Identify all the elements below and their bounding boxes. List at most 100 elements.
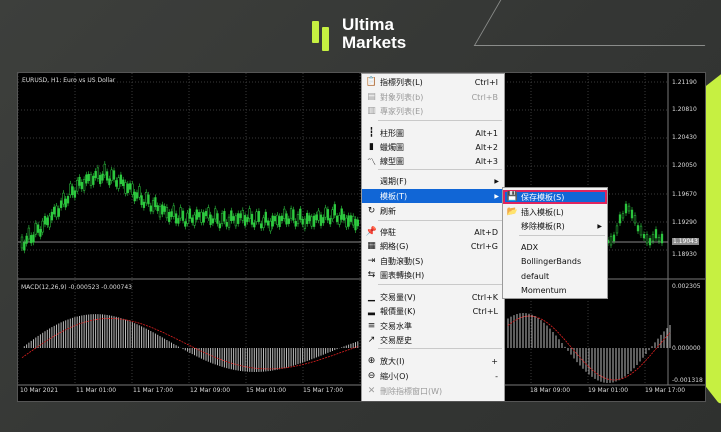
- x-tick-label: 12 Mar 09:00: [190, 387, 231, 394]
- menu-item-label: 停駐: [380, 227, 396, 237]
- candle-body: [283, 208, 286, 219]
- pin-icon: 📌: [365, 227, 378, 237]
- menu-item[interactable]: 〽線型圖 Alt+3: [362, 154, 504, 168]
- candle-body: [260, 223, 263, 229]
- menu-item-label: 刷新: [380, 206, 396, 216]
- candle-body: [191, 217, 194, 223]
- menu-item[interactable]: ⊖ 縮小(O) -: [362, 369, 504, 383]
- submenu-item-label: default: [521, 271, 550, 281]
- submenu-item-label: 插入模板(L): [521, 207, 564, 217]
- candle-body: [257, 211, 261, 222]
- candle-body: [117, 177, 120, 189]
- menu-item[interactable]: ≡ 交易水準: [362, 319, 504, 333]
- candle-body: [179, 207, 182, 219]
- menu-item[interactable]: ▂ 報價量(K) Ctrl+L: [362, 304, 504, 318]
- submenu-item[interactable]: BollingerBands: [503, 254, 607, 268]
- submenu-item[interactable]: 移除模板(R) ▶: [503, 219, 607, 233]
- logo-text: Ultima Markets: [342, 16, 406, 52]
- candle-body: [648, 238, 652, 246]
- chart-context-menu[interactable]: 📋 指標列表(L) Ctrl+I ▤ 對象列表(b) Ctrl+B ▥ 專家列表(E) ┇ 柱形圖…: [361, 73, 505, 401]
- menu-item[interactable]: ▮ 蠟燭圖 Alt+2: [362, 140, 504, 154]
- menu-item[interactable]: 週期(F) ▶: [362, 174, 504, 188]
- menu-item[interactable]: 模板(T) ▶: [362, 189, 504, 203]
- candle-body: [356, 219, 359, 227]
- candle-body: [85, 174, 88, 184]
- menu-item[interactable]: ┇ 柱形圖 Alt+1: [362, 126, 504, 140]
- menu-item[interactable]: ⇥ 自動滾動(S): [362, 254, 504, 268]
- menu-item[interactable]: ▦ 網格(G) Ctrl+G: [362, 239, 504, 253]
- menu-item[interactable]: 📌 停駐 Alt+D: [362, 225, 504, 239]
- x-tick-label: 19 Mar 01:00: [588, 387, 629, 394]
- y-tick-label: 1.21190: [672, 79, 697, 86]
- candle-body: [174, 213, 178, 224]
- menu-item[interactable]: ↗ 交易歷史: [362, 333, 504, 347]
- menu-item[interactable]: 📋 指標列表(L) Ctrl+I: [362, 75, 504, 89]
- candle-body: [30, 235, 33, 244]
- candle-body: [43, 216, 47, 225]
- submenu-item-label: 移除模板(R): [521, 221, 565, 231]
- menu-item-label: 對象列表(b): [380, 92, 424, 102]
- menu-separator: [519, 235, 605, 236]
- candle-body: [170, 211, 173, 217]
- candle-body: [218, 223, 221, 229]
- menu-item-label: 週期(F): [380, 176, 407, 186]
- candle-body: [105, 171, 109, 181]
- candle-body: [347, 215, 350, 227]
- candle-body: [227, 216, 231, 228]
- menu-item[interactable]: ⊕ 放大(I) +: [362, 354, 504, 368]
- candle-body: [80, 182, 83, 190]
- macd-tick-label: 0.002305: [672, 283, 701, 290]
- bar-chart-icon: ┇: [368, 128, 375, 138]
- candle-body: [209, 214, 212, 225]
- expert-list-icon: ▥: [367, 106, 376, 116]
- candle-body: [266, 220, 270, 226]
- menu-item-shortcut: Alt+1: [475, 128, 498, 138]
- macd-tick-label: -0.001318: [672, 377, 703, 384]
- y-tick-label: 1.20430: [672, 134, 697, 141]
- menu-item[interactable]: ⇆ 圖表轉換(H): [362, 268, 504, 282]
- candle-body: [66, 196, 70, 204]
- submenu-item[interactable]: 💾 保存模板(S): [503, 190, 607, 204]
- candle-body: [319, 214, 323, 226]
- candle-body: [172, 205, 175, 217]
- submenu-item[interactable]: Momentum: [503, 283, 607, 297]
- candle-body: [135, 192, 139, 199]
- submenu-item[interactable]: default: [503, 269, 607, 283]
- submenu-item[interactable]: ADX: [503, 240, 607, 254]
- candle-body: [59, 200, 63, 208]
- submenu-item-label: 保存模板(S): [521, 192, 565, 202]
- candle-body: [329, 218, 332, 225]
- candle-body: [197, 212, 201, 218]
- grid-icon: ▦: [367, 241, 376, 251]
- submenu-arrow-icon: ▶: [494, 192, 499, 200]
- candle-body: [264, 211, 267, 223]
- candle-body: [145, 192, 148, 204]
- candle-body: [234, 215, 238, 227]
- candle-body: [609, 235, 613, 246]
- candle-body: [200, 211, 203, 223]
- candle-body: [154, 197, 157, 208]
- template-submenu[interactable]: 💾 保存模板(S) 📂 插入模板(L) 移除模板(R) ▶ ADX BollingerBand…: [502, 187, 608, 299]
- refresh-icon: ↻: [367, 206, 376, 216]
- candle-body: [186, 212, 189, 224]
- x-tick-label: 15 Mar 17:00: [303, 387, 344, 394]
- menu-item-label: 網格(G): [380, 241, 409, 251]
- candle-body: [618, 214, 622, 224]
- candle-body: [639, 225, 643, 236]
- candle-body: [138, 186, 141, 198]
- menu-item-label: 放大(I): [380, 356, 405, 366]
- candle-body: [142, 201, 146, 208]
- menu-item[interactable]: ↻ 刷新: [362, 204, 504, 218]
- menu-item-shortcut: Alt+2: [475, 142, 498, 152]
- candle-body: [255, 211, 258, 222]
- menu-item[interactable]: ▁ 交易量(V) Ctrl+K: [362, 290, 504, 304]
- candle-body: [151, 200, 155, 212]
- candle-body: [651, 234, 655, 242]
- submenu-item[interactable]: 📂 插入模板(L): [503, 205, 607, 219]
- delete-window-icon: ✕: [367, 386, 376, 396]
- candle-body: [278, 216, 281, 228]
- candle-body: [124, 182, 127, 194]
- candle-body: [57, 208, 60, 217]
- mt4-chart-window[interactable]: EURUSD, H1: Euro vs US Dollar MACD(12,26…: [17, 72, 706, 402]
- candle-body: [310, 216, 313, 227]
